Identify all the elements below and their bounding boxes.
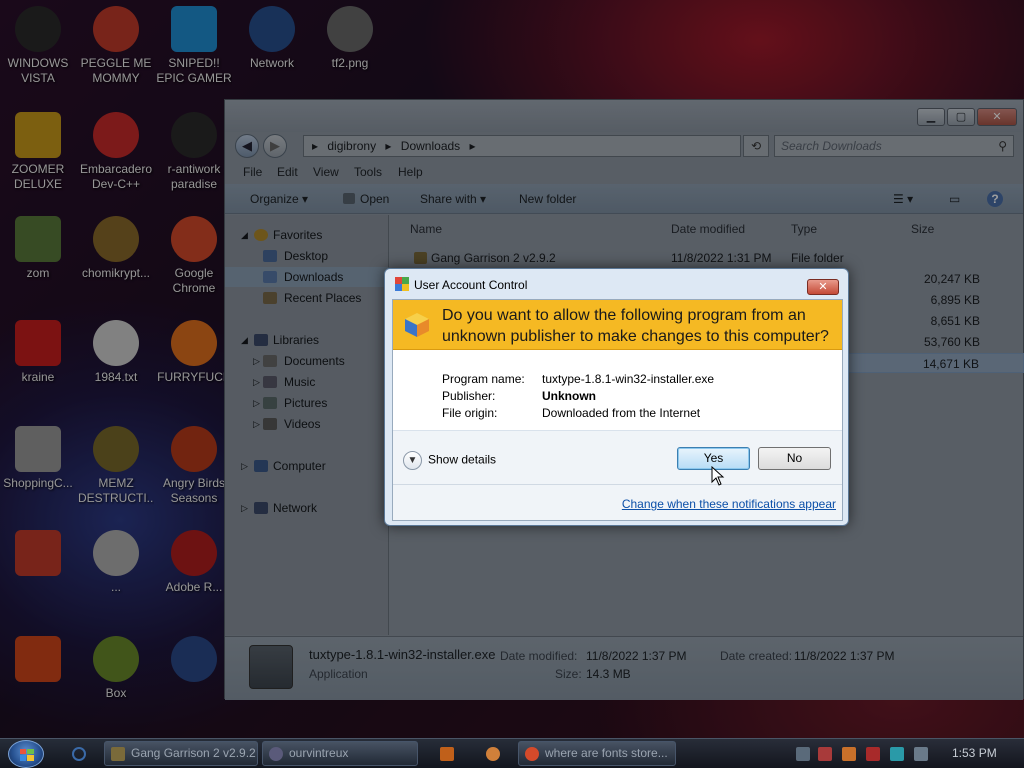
tray-app-icon[interactable] [842, 747, 856, 761]
chrome-icon [525, 747, 539, 761]
network-tray-icon[interactable] [890, 747, 904, 761]
start-button[interactable] [8, 740, 44, 768]
divider [393, 484, 842, 485]
change-notifications-link[interactable]: Change when these notifications appear [622, 497, 836, 511]
unknown-program-icon [405, 313, 429, 337]
uac-actions: ▼ Show details Yes No Change when these n… [393, 431, 842, 520]
media-player-icon [440, 747, 454, 761]
tray-flag-icon[interactable] [866, 747, 880, 761]
antivirus-icon[interactable] [818, 747, 832, 761]
taskbar-tux-button[interactable] [474, 742, 510, 766]
windows-logo-icon [20, 749, 34, 761]
tray-icon[interactable] [796, 747, 810, 761]
taskbar: Gang Garrison 2 v2.9.2 ourvintreux where… [0, 738, 1024, 768]
folder-icon [111, 747, 125, 761]
taskbar-item-label: where are fonts store... [545, 746, 668, 760]
chevron-down-icon: ▼ [403, 451, 422, 470]
taskbar-ie-button[interactable] [62, 742, 98, 766]
program-name-label: Program name: [442, 372, 525, 386]
volume-icon[interactable] [914, 747, 928, 761]
show-details-toggle[interactable]: ▼ Show details [403, 451, 496, 470]
uac-title: User Account Control [414, 278, 528, 292]
no-button[interactable]: No [758, 447, 831, 470]
uac-titlebar: User Account Control [385, 269, 848, 299]
taskbar-item-label: ourvintreux [289, 746, 349, 760]
show-details-label: Show details [428, 452, 497, 467]
uac-dialog: User Account Control ✕ Do you want to al… [384, 268, 849, 526]
program-name-value: tuxtype-1.8.1-win32-installer.exe [542, 372, 715, 386]
mouse-cursor-icon [711, 466, 725, 486]
taskbar-item[interactable]: ourvintreux [262, 741, 418, 766]
tux-icon [486, 747, 500, 761]
app-icon [269, 747, 283, 761]
file-origin-value: Downloaded from the Internet [542, 406, 701, 420]
uac-shield-icon [395, 277, 409, 291]
publisher-label: Publisher: [442, 389, 496, 403]
internet-explorer-icon [72, 747, 86, 761]
clock[interactable]: 1:53 PM [952, 746, 997, 760]
uac-close-button[interactable]: ✕ [807, 279, 839, 295]
publisher-value: Unknown [542, 389, 596, 403]
taskbar-media-button[interactable] [428, 742, 464, 766]
uac-banner: Do you want to allow the following progr… [393, 300, 842, 350]
taskbar-item-label: Gang Garrison 2 v2.9.2 [131, 746, 256, 760]
uac-body: Do you want to allow the following progr… [392, 299, 843, 521]
taskbar-item[interactable]: where are fonts store... [518, 741, 676, 766]
taskbar-item[interactable]: Gang Garrison 2 v2.9.2 [104, 741, 258, 766]
file-origin-label: File origin: [442, 406, 498, 420]
uac-question: Do you want to allow the following progr… [442, 307, 829, 345]
